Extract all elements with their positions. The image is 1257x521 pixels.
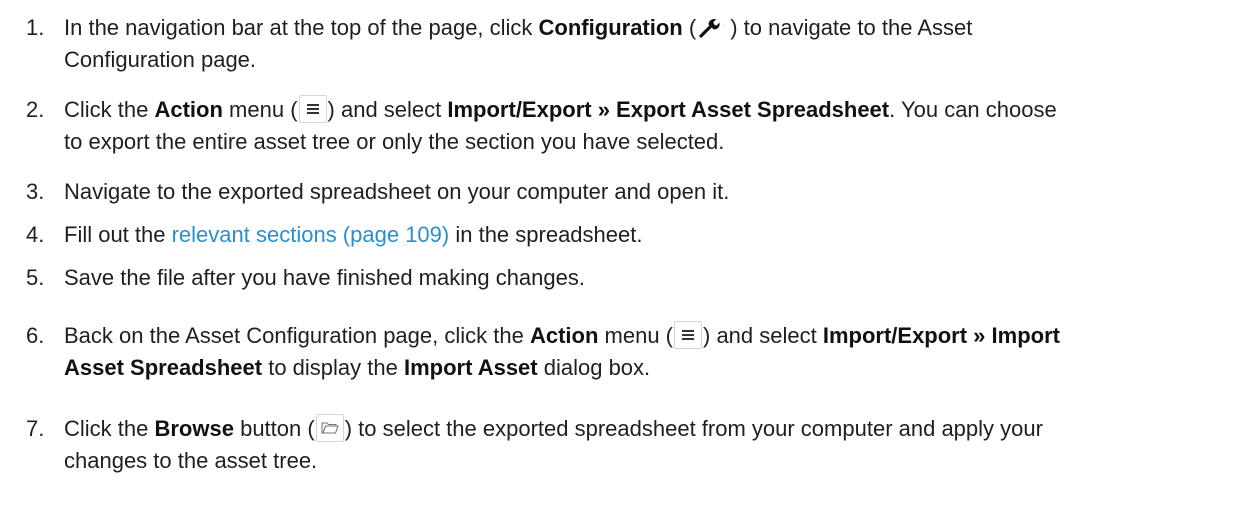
export-menu-path: Import/Export » Export Asset Spreadsheet: [447, 97, 890, 122]
step-number: 2.: [26, 97, 45, 122]
action-label: Action: [154, 97, 223, 122]
folder-open-icon: [315, 414, 344, 442]
action-label: Action: [529, 323, 599, 348]
hamburger-menu-icon: [674, 321, 702, 349]
configuration-label: Configuration: [538, 15, 683, 40]
step-number: 5.: [26, 265, 45, 290]
step-number: 3.: [26, 179, 45, 204]
step-text: Click the Browse button () to select the…: [64, 414, 1043, 473]
step-number: 1.: [26, 15, 45, 40]
import-menu-path: Import/Export » Import: [822, 323, 1060, 348]
step-text: Click the Action menu () and select Impo…: [64, 95, 1057, 154]
step-text: Save the file after you have finished ma…: [64, 265, 585, 290]
step-text: Back on the Asset Configuration page, cl…: [64, 321, 1060, 380]
step-number: 4.: [26, 222, 45, 247]
step-text: Navigate to the exported spreadsheet on …: [64, 179, 730, 204]
step-text: In the navigation bar at the top of the …: [64, 15, 973, 72]
step-number: 7.: [26, 416, 45, 441]
hamburger-menu-icon: [298, 95, 327, 123]
wrench-icon: [698, 15, 728, 39]
relevant-sections-link[interactable]: relevant sections (page 109): [172, 222, 450, 247]
import-asset-label: Import Asset: [403, 355, 538, 380]
browse-label: Browse: [154, 416, 234, 441]
step-number: 6.: [26, 323, 45, 348]
import-menu-path-cont: Asset Spreadsheet: [64, 355, 263, 380]
step-text: Fill out the relevant sections (page 109…: [64, 222, 643, 247]
